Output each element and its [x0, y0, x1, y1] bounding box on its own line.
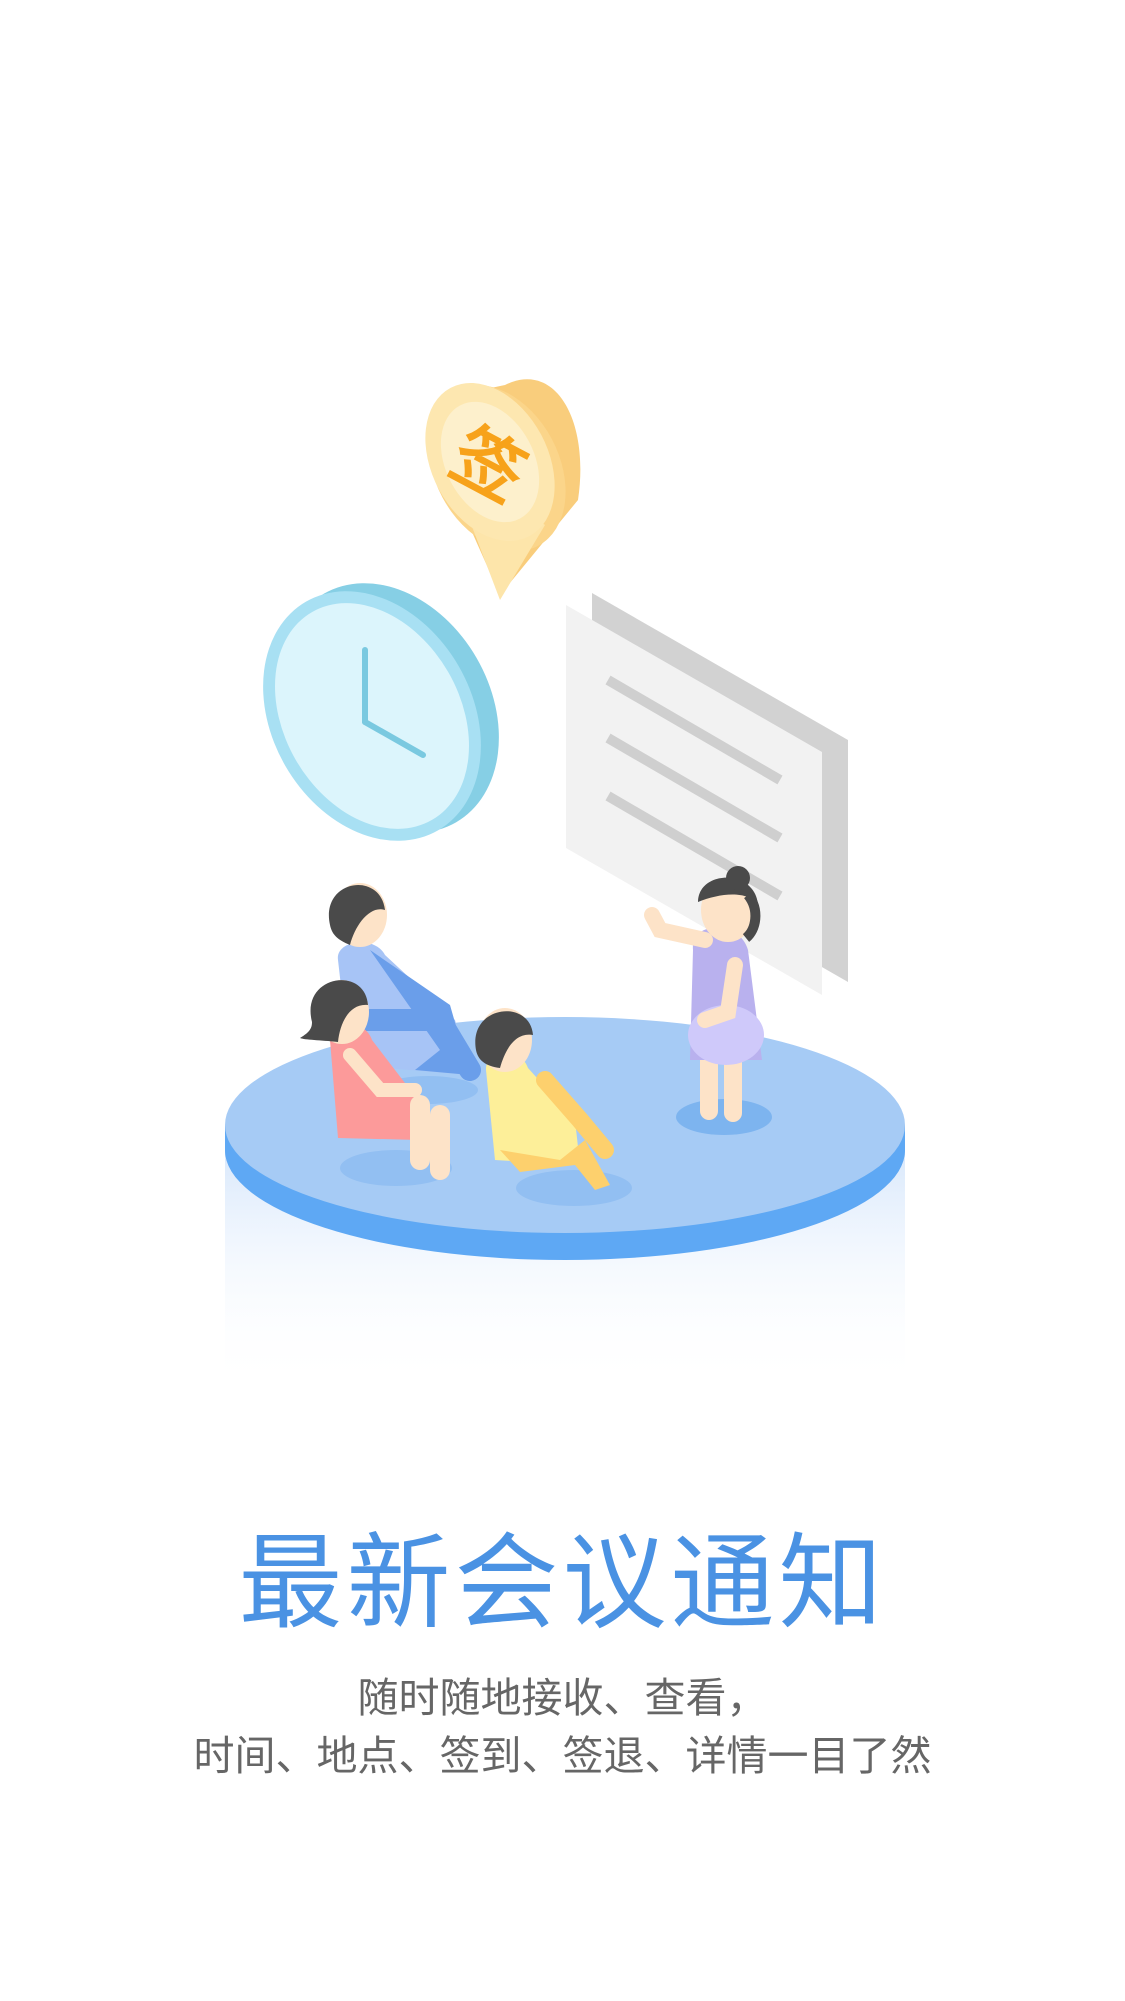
onboarding-page: 签 最新会议通知 随时随地接收、查看， 时间、地点、签到、签退、详情一目了然: [0, 0, 1125, 2001]
page-title: 最新会议通知: [238, 1522, 887, 1644]
subtitle-line-1: 随时随地接收、查看，: [357, 1674, 768, 1722]
subtitle-line-2: 时间、地点、签到、签退、详情一目了然: [193, 1732, 932, 1780]
meeting-illustration: 签: [225, 379, 905, 1390]
clock-icon: [263, 583, 499, 841]
location-pin-icon: 签: [425, 379, 581, 600]
